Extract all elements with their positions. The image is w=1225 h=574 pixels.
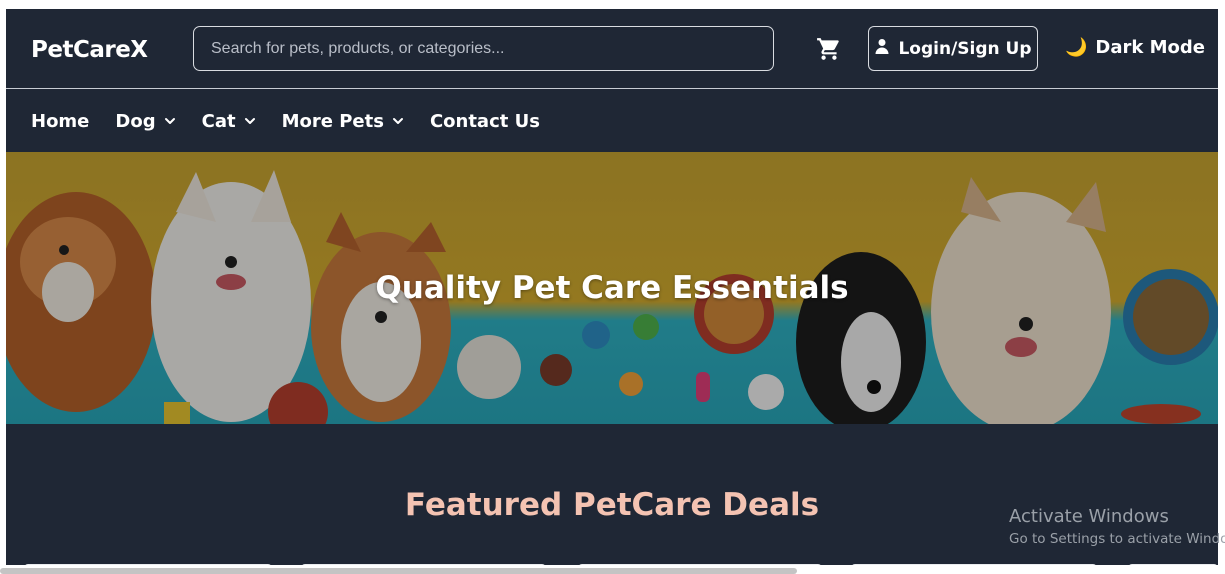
login-signup-label: Login/Sign Up [898,38,1032,59]
nav-item-label: Dog [115,110,156,132]
product-card[interactable] [851,564,1097,565]
nav-item-more-pets[interactable]: More Pets [282,111,404,132]
nav-item-dog[interactable]: Dog [115,111,175,132]
watermark-subtitle: Go to Settings to activate Windo [1009,531,1225,547]
cart-icon[interactable] [816,36,842,62]
nav-item-home[interactable]: Home [31,111,89,132]
nav-item-label: More Pets [281,110,384,132]
user-icon [874,38,890,59]
horizontal-scrollbar[interactable] [0,568,797,574]
site-logo[interactable]: PetCareX [31,37,148,63]
product-card[interactable] [301,564,546,565]
nav-item-label: Contact Us [429,110,540,132]
page-viewport: PetCareX Login/Sign Up 🌙 Dark Mode Home … [6,9,1218,565]
dark-mode-label: Dark Mode [1095,37,1205,58]
watermark-title: Activate Windows [1009,506,1169,527]
hero-title: Quality Pet Care Essentials [375,270,849,306]
hero-banner: Quality Pet Care Essentials [6,152,1218,424]
activate-windows-watermark: Activate Windows Go to Settings to activ… [1009,506,1225,547]
chevron-down-icon [392,118,403,124]
dark-mode-toggle[interactable]: 🌙 Dark Mode [1065,37,1205,58]
chevron-down-icon [164,118,175,124]
nav-item-contact-us[interactable]: Contact Us [430,111,540,132]
nav-item-cat[interactable]: Cat [202,111,256,132]
chevron-down-icon [244,118,255,124]
product-card[interactable] [578,564,822,565]
moon-icon: 🌙 [1065,37,1088,58]
product-card[interactable] [1128,564,1218,565]
search-input[interactable] [193,26,774,71]
product-card[interactable] [24,564,272,565]
nav-item-label: Home [31,110,90,132]
top-header: PetCareX Login/Sign Up 🌙 Dark Mode [6,9,1218,89]
main-nav: Home Dog Cat More Pets Contact Us [6,90,1218,152]
login-signup-button[interactable]: Login/Sign Up [868,26,1038,71]
nav-item-label: Cat [201,110,236,132]
